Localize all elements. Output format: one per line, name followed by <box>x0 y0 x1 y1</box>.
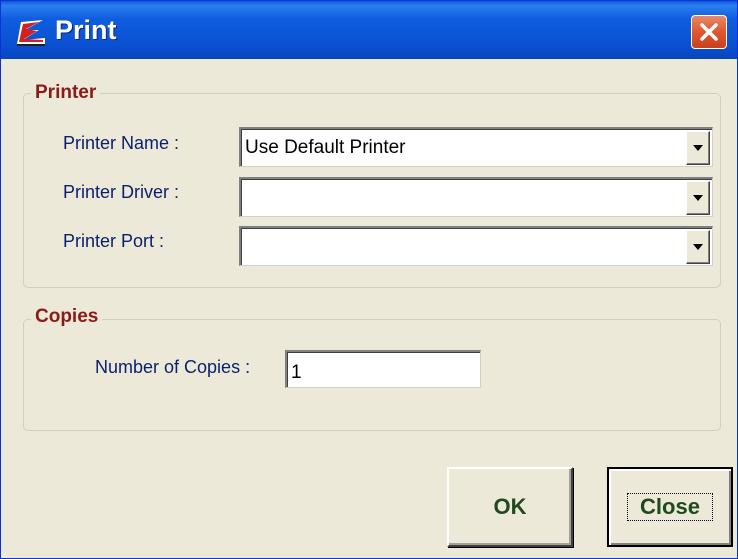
close-button[interactable]: Close <box>607 467 733 547</box>
printer-group-legend: Printer <box>31 82 101 104</box>
printer-port-dropdown-button[interactable] <box>686 230 710 264</box>
printer-driver-dropdown-button[interactable] <box>686 181 710 215</box>
printer-name-dropdown-button[interactable] <box>686 131 710 165</box>
printer-port-label: Printer Port : <box>63 231 165 251</box>
chevron-down-icon <box>693 145 703 151</box>
printer-name-label: Printer Name : <box>63 133 180 153</box>
print-dialog: Print Printer Printer Name : Use Default… <box>0 0 738 559</box>
app-logo-icon <box>15 18 47 46</box>
printer-port-dropdown[interactable] <box>239 226 713 266</box>
printer-driver-label: Printer Driver : <box>63 182 180 202</box>
chevron-down-icon <box>693 244 703 250</box>
number-of-copies-label: Number of Copies : <box>95 357 251 377</box>
printer-driver-dropdown[interactable] <box>239 177 713 217</box>
printer-name-value: Use Default Printer <box>245 137 406 158</box>
number-of-copies-input[interactable] <box>285 350 481 388</box>
chevron-down-icon <box>693 195 703 201</box>
printer-name-dropdown[interactable]: Use Default Printer <box>239 127 713 167</box>
copies-group-legend: Copies <box>31 306 103 328</box>
ok-button-label: OK <box>493 494 527 519</box>
close-icon <box>700 23 718 41</box>
ok-button[interactable]: OK <box>447 467 573 547</box>
title-bar[interactable]: Print <box>1 1 737 59</box>
close-window-button[interactable] <box>691 15 727 49</box>
close-button-label: Close <box>640 494 700 519</box>
window-title: Print <box>55 15 117 45</box>
